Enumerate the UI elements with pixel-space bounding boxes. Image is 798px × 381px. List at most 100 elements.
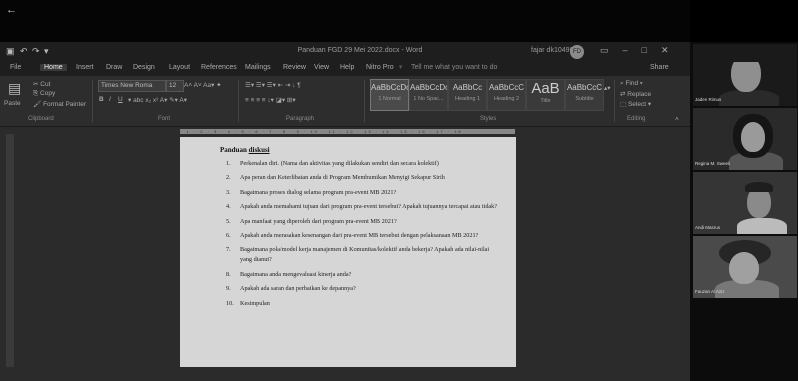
tab-layout[interactable]: Layout <box>169 64 190 71</box>
list-text: Apa manfaat yang diperoleh dari program … <box>240 217 397 225</box>
style-normal[interactable]: AaBbCcDc 1 Normal <box>370 79 409 111</box>
style-heading-1[interactable]: AaBbCc Heading 1 <box>448 79 487 111</box>
participant-name: Andi Masrus <box>695 225 721 230</box>
divider <box>92 80 93 122</box>
tab-help[interactable]: Help <box>340 64 354 71</box>
word-window: ▣ ↶ ↷ ▾ Panduan FGD 29 Mei 2022.docx - W… <box>0 42 690 381</box>
style-title[interactable]: AaB Title <box>526 79 565 111</box>
participant-tile[interactable]: Andi Masrus <box>693 172 797 234</box>
heading-word: diskusi <box>248 146 270 154</box>
list-item: 7. Bagaimana pola/model kerja manajemen d… <box>226 245 498 265</box>
ribbon-display-icon[interactable]: ▭ <box>600 45 623 55</box>
divider <box>614 80 615 122</box>
tab-home[interactable]: Home <box>40 64 67 71</box>
list-buttons-icons[interactable]: ☰▾ ☰▾ ☰▾ ⇤ ⇥ ↓ ¶ <box>245 81 301 89</box>
avatar[interactable]: FD <box>570 45 584 59</box>
status-bar <box>0 367 690 381</box>
tab-file[interactable]: File <box>10 64 21 71</box>
participant-tile[interactable]: Fauzan Al Aziz <box>693 236 797 298</box>
list-item: 4. Apakah anda memahami tujuan dari progr… <box>226 202 498 212</box>
alignment-buttons-icons[interactable]: ≡ ≡ ≡ ≡ ↕▾ ◪▾ ⊞▾ <box>245 96 296 104</box>
back-arrow-icon[interactable]: ← <box>6 4 17 16</box>
underline-button[interactable]: U <box>118 96 123 103</box>
heading-prefix: Panduan <box>220 146 247 154</box>
tab-draw[interactable]: Draw <box>106 64 122 71</box>
font-effects-icons[interactable]: ▾ abc x₂ x² A▾ ✎▾ A▾ <box>128 96 187 104</box>
bold-button[interactable]: B <box>99 96 104 103</box>
style-subtitle[interactable]: AaBbCcC Subtitle <box>565 79 604 111</box>
horizontal-ruler[interactable]: · 1 · 2 · 3 · 4 · 5 · 6 · 7 · 8 · 9 · 10… <box>180 129 515 134</box>
tab-insert[interactable]: Insert <box>76 64 94 71</box>
italic-button[interactable]: I <box>109 96 111 103</box>
style-preview: AaBbCcC <box>566 83 603 92</box>
undo-icon[interactable]: ↶ <box>20 46 28 57</box>
font-name-select[interactable]: Times New Roma <box>98 80 166 92</box>
cut-button[interactable]: ✂ Cut <box>33 80 50 88</box>
question-list: 1. Perkenalan diri. (Nama dan aktivitas y… <box>226 159 498 313</box>
participant-tile[interactable]: Regina M. Sweeli <box>693 108 797 170</box>
tell-me-search[interactable]: Tell me what you want to do <box>411 64 497 71</box>
vertical-ruler <box>6 134 14 374</box>
window-controls: ▭–□✕ <box>600 45 683 56</box>
signed-in-user[interactable]: fajar dk10496t <box>531 47 575 54</box>
style-heading-2[interactable]: AaBbCcC Heading 2 <box>487 79 526 111</box>
copy-button[interactable]: ⎘ Copy <box>33 90 55 98</box>
share-button[interactable]: Share <box>650 64 669 71</box>
divider <box>238 80 239 122</box>
list-item: 5. Apa manfaat yang diperoleh dari progra… <box>226 217 498 227</box>
quick-access-dropdown-icon[interactable]: ▾ <box>44 46 49 57</box>
select-label: Select <box>627 101 647 108</box>
document-page[interactable]: Panduan diskusi 1. Perkenalan diri. (Nama… <box>180 137 516 381</box>
list-item: 1. Perkenalan diri. (Nama dan aktivitas y… <box>226 159 498 169</box>
copy-label: Copy <box>40 90 56 97</box>
list-text: Bagaimana proses dialog selama program p… <box>240 188 397 196</box>
paste-button[interactable]: Paste <box>4 100 21 107</box>
redo-icon[interactable]: ↷ <box>32 46 40 57</box>
list-number: 1. <box>226 160 231 167</box>
participant-video <box>729 50 763 62</box>
style-name: Subtitle <box>575 96 594 102</box>
styles-group-label: Styles <box>480 116 497 122</box>
style-no-spacing[interactable]: AaBbCcDc 1 No Spac... <box>409 79 448 111</box>
replace-button[interactable]: ⇄ Replace <box>620 90 651 98</box>
list-text: Apakah anda merasakan kesenangan dari pr… <box>240 231 479 239</box>
style-name: Title <box>540 98 551 104</box>
document-title: Panduan FGD 29 Mei 2022.docx - Word <box>297 47 423 54</box>
tab-nitro-pro[interactable]: Nitro Pro <box>366 64 394 71</box>
list-item: 6. Apakah anda merasakan kesenangan dari … <box>226 231 498 241</box>
collapse-ribbon-icon[interactable]: ˄ <box>675 116 679 123</box>
find-button[interactable]: ⌕ Find ▾ <box>620 80 643 88</box>
list-number: 6. <box>226 231 231 239</box>
participant-name: Fauzan Al Aziz <box>695 289 725 294</box>
paste-icon[interactable]: ▤ <box>8 80 21 97</box>
styles-scroll-icon[interactable]: ▴▾ <box>604 84 611 92</box>
tab-review[interactable]: Review <box>283 64 306 71</box>
font-size-select[interactable]: 12 <box>166 80 184 92</box>
participant-tile[interactable]: Jaden Rimus <box>693 44 797 106</box>
list-text: Bagaimana pola/model kerja manajemen di … <box>240 246 490 264</box>
minimize-icon[interactable]: – <box>623 45 642 55</box>
participant-video <box>741 122 765 152</box>
tab-mailings[interactable]: Mailings <box>245 64 271 71</box>
format-painter-button[interactable]: 🖌 Format Painter <box>33 100 86 108</box>
tab-view[interactable]: View <box>314 64 329 71</box>
grow-font-icon[interactable]: A˄ A˅ Aa▾ ✦ <box>184 81 222 89</box>
tab-references[interactable]: References <box>201 64 237 71</box>
style-preview: AaBbCc <box>452 83 483 92</box>
menu-tabs: File Home Insert Draw Design Layout Refe… <box>0 62 690 76</box>
clipboard-group-label: Clipboard <box>28 116 54 122</box>
editing-group-label: Editing <box>627 116 646 122</box>
style-preview: AaBbCcDc <box>371 83 408 92</box>
select-button[interactable]: ⬚ Select ▾ <box>620 100 651 108</box>
list-text: Perkenalan diri. (Nama dan aktivitas yan… <box>240 160 439 167</box>
meeting-top-bar <box>0 0 690 42</box>
list-item: 2. Apa peran dan Keterlibatan anda di Pro… <box>226 173 498 183</box>
list-item: 3. Bagaimana proses dialog selama program… <box>226 188 498 198</box>
save-icon[interactable]: ▣ <box>6 46 15 57</box>
tab-design[interactable]: Design <box>133 64 155 71</box>
list-text: Kesimpulan <box>240 299 270 307</box>
maximize-icon[interactable]: □ <box>642 45 661 55</box>
list-number: 4. <box>226 203 231 211</box>
close-icon[interactable]: ✕ <box>661 45 683 55</box>
style-name: Heading 1 <box>454 96 481 102</box>
